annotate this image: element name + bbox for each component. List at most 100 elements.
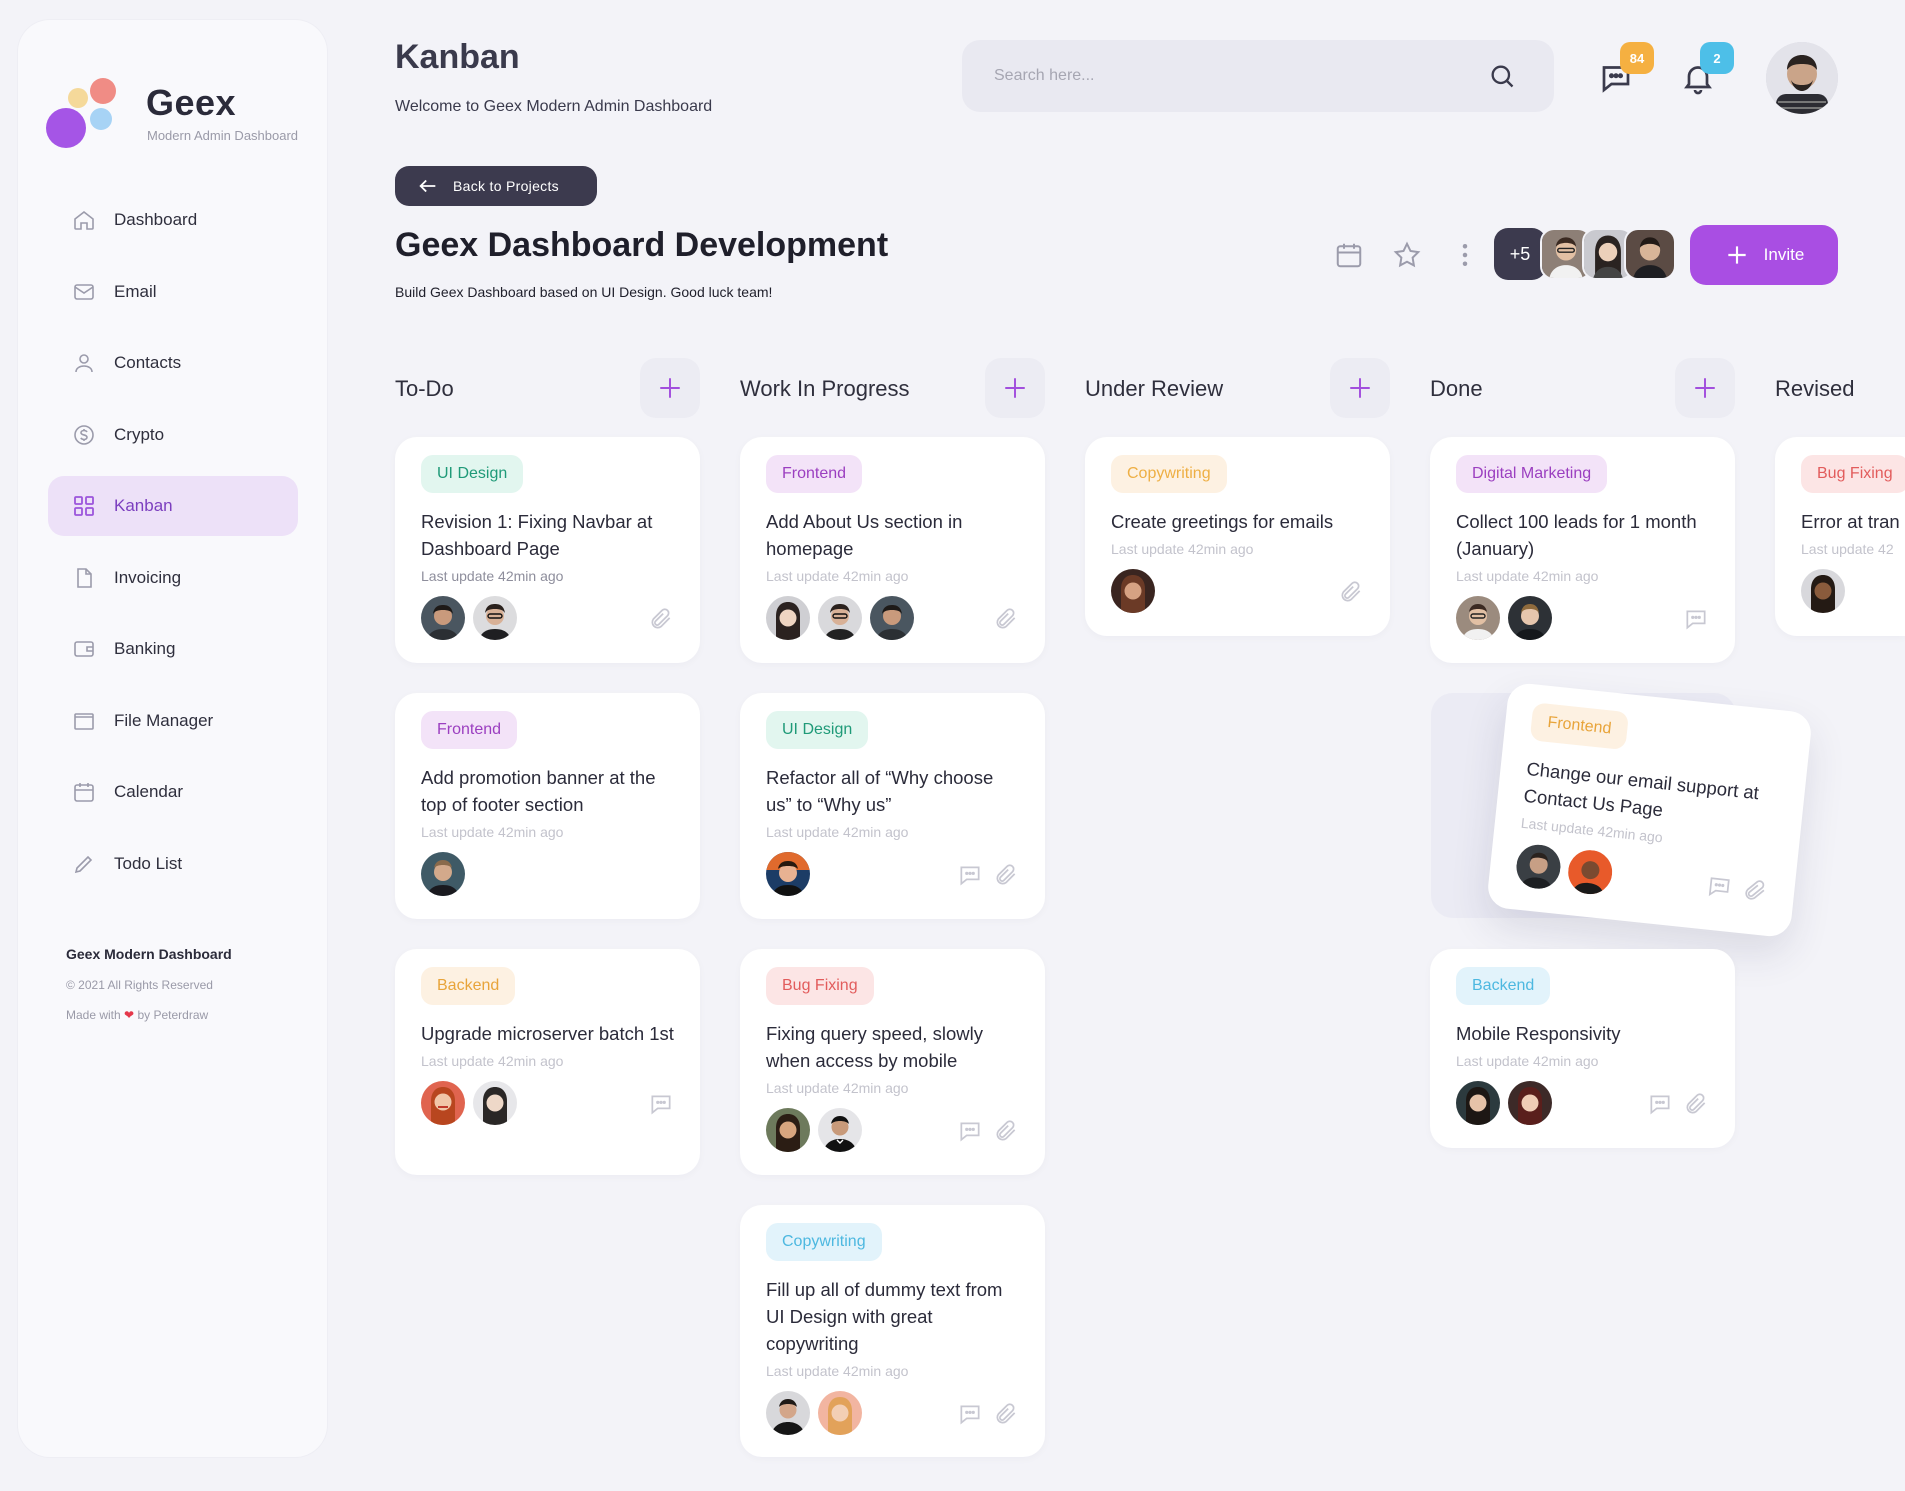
kanban-card[interactable]: Frontend Add About Us section in homepag… — [740, 437, 1045, 663]
invite-label: Invite — [1763, 245, 1805, 264]
sidebar-item-label: Calendar — [114, 782, 183, 801]
kanban-card[interactable]: Bug Fixing Fixing query speed, slowly wh… — [740, 949, 1045, 1175]
assignee-avatar — [1456, 596, 1500, 640]
user-avatar[interactable] — [1766, 42, 1838, 114]
comment-icon[interactable] — [1683, 606, 1709, 632]
search-input[interactable] — [994, 62, 1474, 90]
calendar-icon — [72, 780, 96, 804]
plus-icon — [1350, 378, 1370, 398]
file-icon — [72, 566, 96, 590]
comment-icon[interactable] — [957, 1401, 983, 1427]
column-title-in-progress: Work In Progress — [740, 376, 910, 401]
assignee-avatar — [766, 596, 810, 640]
back-to-projects-button[interactable]: Back to Projects — [395, 166, 597, 206]
star-icon[interactable] — [1392, 240, 1422, 270]
footer-copyright: © 2021 All Rights Reserved — [66, 978, 213, 992]
card-title: Error at tran — [1801, 511, 1900, 532]
assignee-avatar — [473, 1081, 517, 1125]
assignee-avatar — [421, 852, 465, 896]
comment-icon[interactable] — [1647, 1091, 1673, 1117]
kanban-card[interactable]: Backend Upgrade microserver batch 1st La… — [395, 949, 700, 1175]
project-title: Geex Dashboard Development — [395, 226, 889, 264]
comment-icon[interactable] — [957, 862, 983, 888]
sidebar-item-label: Contacts — [114, 353, 182, 372]
card-updated: Last update 42min ago — [421, 824, 564, 840]
add-card-button-in-progress[interactable] — [985, 358, 1045, 418]
attachment-icon[interactable] — [993, 1401, 1019, 1427]
pencil-icon — [72, 852, 96, 876]
logo[interactable]: Geex Modern Admin Dashboard — [46, 58, 306, 148]
assignee-avatar — [1508, 1081, 1552, 1125]
logo-mark-icon — [46, 78, 126, 150]
footer-credit: Made with ❤ by Peterdraw — [66, 1008, 232, 1022]
attachment-icon[interactable] — [993, 1118, 1019, 1144]
sidebar-item-invoicing[interactable]: Invoicing — [48, 548, 298, 608]
kanban-card[interactable]: Copywriting Create greetings for emails … — [1085, 437, 1390, 636]
attachment-icon[interactable] — [993, 606, 1019, 632]
column-title-revised: Revised — [1775, 376, 1855, 401]
kanban-card[interactable]: Copywriting Fill up all of dummy text fr… — [740, 1205, 1045, 1457]
card-updated: Last update 42min ago — [766, 1363, 909, 1379]
attachment-icon[interactable] — [1338, 579, 1364, 605]
assignee-avatar — [1801, 569, 1845, 613]
search-icon[interactable] — [1488, 62, 1516, 90]
brand-name: Geex — [146, 82, 237, 123]
calendar-icon[interactable] — [1334, 240, 1364, 270]
kanban-card-dragging[interactable]: Frontend Change our email support at Con… — [1486, 681, 1813, 939]
sidebar-item-crypto[interactable]: Crypto — [48, 405, 298, 465]
sidebar-item-banking[interactable]: Banking — [48, 619, 298, 679]
kanban-card[interactable]: Digital Marketing Collect 100 leads for … — [1430, 437, 1735, 663]
member-avatar — [1624, 228, 1676, 280]
card-title: Add About Us section in homepage — [766, 511, 963, 559]
card-tag: UI Design — [421, 455, 524, 493]
comment-icon[interactable] — [957, 1118, 983, 1144]
column-title-done: Done — [1430, 376, 1483, 401]
mail-icon — [72, 280, 96, 304]
column-title-todo: To-Do — [395, 376, 454, 401]
attachment-icon[interactable] — [648, 606, 674, 632]
comment-icon[interactable] — [1705, 872, 1734, 901]
card-title: Collect 100 leads for 1 month (January) — [1456, 511, 1697, 559]
notifications-badge: 2 — [1700, 42, 1734, 74]
attachment-icon[interactable] — [1741, 876, 1770, 905]
add-card-button-done[interactable] — [1675, 358, 1735, 418]
add-card-button-todo[interactable] — [640, 358, 700, 418]
more-vertical-icon[interactable] — [1450, 240, 1480, 270]
card-title: Create greetings for emails — [1111, 511, 1334, 532]
home-icon — [72, 208, 96, 232]
card-tag: Copywriting — [1111, 455, 1227, 493]
sidebar-item-contacts[interactable]: Contacts — [48, 333, 298, 393]
plus-icon — [1728, 246, 1746, 264]
card-updated: Last update 42min ago — [421, 568, 564, 584]
card-tag: Bug Fixing — [766, 967, 874, 1005]
team-members[interactable]: +5 — [1494, 228, 1676, 282]
grid-icon — [72, 494, 96, 518]
arrow-left-icon — [419, 179, 436, 193]
user-icon — [72, 351, 96, 375]
back-button-label: Back to Projects — [453, 178, 559, 194]
kanban-card[interactable]: UI Design Refactor all of “Why choose us… — [740, 693, 1045, 919]
invite-button[interactable]: Invite — [1690, 225, 1838, 285]
folder-icon — [72, 709, 96, 733]
sidebar-item-kanban[interactable]: Kanban — [48, 476, 298, 536]
plus-icon — [660, 378, 680, 398]
assignee-avatar — [1508, 596, 1552, 640]
comment-icon[interactable] — [648, 1091, 674, 1117]
add-card-button-under-review[interactable] — [1330, 358, 1390, 418]
sidebar-item-todo-list[interactable]: Todo List — [48, 834, 298, 894]
attachment-icon[interactable] — [1683, 1091, 1709, 1117]
sidebar-item-calendar[interactable]: Calendar — [48, 762, 298, 822]
sidebar-item-file-manager[interactable]: File Manager — [48, 691, 298, 751]
card-title: Fill up all of dummy text from UI Design… — [766, 1279, 1003, 1354]
card-title: Refactor all of “Why choose us” to “Why … — [766, 767, 994, 815]
sidebar-item-dashboard[interactable]: Dashboard — [48, 190, 298, 250]
attachment-icon[interactable] — [993, 862, 1019, 888]
card-tag: Frontend — [421, 711, 518, 749]
assignee-avatar — [818, 1391, 862, 1435]
kanban-card[interactable]: UI Design Revision 1: Fixing Navbar at D… — [395, 437, 700, 663]
kanban-card[interactable]: Frontend Add promotion banner at the top… — [395, 693, 700, 919]
kanban-card[interactable]: Backend Mobile Responsivity Last update … — [1430, 949, 1735, 1148]
sidebar-item-label: Email — [114, 281, 157, 301]
sidebar-item-email[interactable]: Email — [48, 262, 298, 322]
kanban-card[interactable]: Bug Fixing Error at tran Last update 42 — [1775, 437, 1905, 636]
